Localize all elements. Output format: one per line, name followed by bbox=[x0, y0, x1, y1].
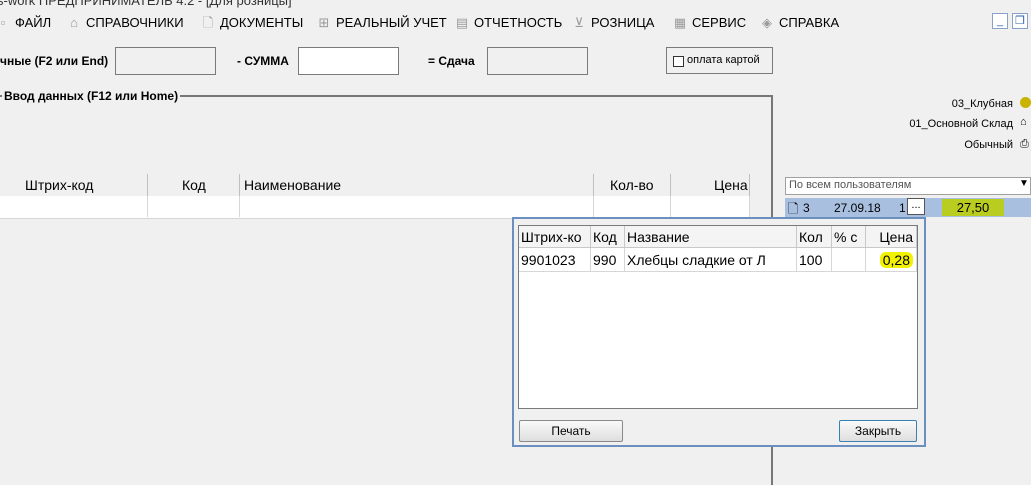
warehouse-label[interactable]: 01_Основной Склад bbox=[909, 118, 1013, 130]
grid-cell[interactable] bbox=[148, 196, 240, 217]
file-menu-icon: ▫ bbox=[0, 15, 6, 30]
popup-col-pct[interactable]: % с bbox=[832, 226, 866, 248]
menu-retail[interactable]: ⊻ РОЗНИЦА bbox=[572, 11, 654, 35]
ellipsis-button[interactable]: ... bbox=[907, 198, 925, 215]
popup-cell-qty[interactable]: 100 bbox=[797, 248, 832, 272]
user-filter-value: По всем пользователям bbox=[789, 179, 912, 191]
window-title: s-work ПРЕДПРИНИМАТЕЛЬ 4.2 - [Для розниц… bbox=[0, 0, 292, 8]
sum-input[interactable] bbox=[298, 47, 399, 75]
items-grid-header: Штрих-код Код Наименование Кол-во Цена bbox=[0, 174, 750, 197]
grid-cell[interactable] bbox=[671, 196, 750, 217]
popup-cell-code[interactable]: 990 bbox=[591, 248, 625, 272]
cash-input[interactable] bbox=[115, 47, 216, 75]
card-payment-label: оплата картой bbox=[687, 54, 760, 66]
cash-label: чные (F2 или End) bbox=[0, 54, 109, 68]
menu-service[interactable]: ▦ СЕРВИС bbox=[673, 11, 746, 35]
menu-file[interactable]: ▫ ФАЙЛ bbox=[0, 11, 51, 35]
grid-cell[interactable] bbox=[240, 196, 594, 217]
user-filter-select[interactable]: По всем пользователям ▼ bbox=[785, 177, 1031, 195]
plus-box-icon: ⊞ bbox=[318, 15, 330, 30]
popup-col-code[interactable]: Код bbox=[591, 226, 625, 248]
sum-label: - СУММА bbox=[237, 54, 289, 68]
document-row[interactable]: 🗋 3 27.09.18 1 ... 27,50 bbox=[785, 198, 1031, 217]
card-payment-checkbox[interactable] bbox=[673, 56, 684, 67]
doc-total: 27,50 bbox=[942, 199, 1004, 216]
doc-extra: 1 bbox=[899, 201, 906, 215]
cart-icon: ⊻ bbox=[574, 15, 584, 30]
menu-reports[interactable]: ▤ ОТЧЕТНОСТЬ bbox=[455, 11, 562, 35]
popup-cell-barcode[interactable]: 9901023 bbox=[519, 248, 591, 272]
popup-col-qty[interactable]: Кол bbox=[797, 226, 832, 248]
print-button[interactable]: Печать bbox=[519, 420, 623, 442]
popup-cell-name[interactable]: Хлебцы сладкие от Л bbox=[625, 248, 797, 272]
popup-col-price[interactable]: Цена bbox=[866, 226, 917, 248]
grid-cell[interactable] bbox=[0, 196, 148, 217]
menu-references[interactable]: ⌂ СПРАВОЧНИКИ bbox=[67, 11, 184, 35]
popup-col-name[interactable]: Название bbox=[625, 226, 797, 248]
restore-icon[interactable]: ❐ bbox=[1012, 13, 1028, 29]
window-title-bar: s-work ПРЕДПРИНИМАТЕЛЬ 4.2 - [Для розниц… bbox=[0, 0, 1031, 10]
data-entry-legend: Ввод данных (F12 или Home) bbox=[2, 89, 181, 103]
chevron-down-icon: ▼ bbox=[1019, 178, 1029, 189]
menu-bar: ▫ ФАЙЛ ⌂ СПРАВОЧНИКИ 🗋 ДОКУМЕНТЫ ⊞ РЕАЛЬ… bbox=[0, 11, 1031, 35]
home-icon: ⌂ bbox=[70, 15, 78, 30]
change-input[interactable] bbox=[487, 47, 588, 75]
minimize-icon[interactable]: _ bbox=[992, 13, 1008, 29]
col-code[interactable]: Код bbox=[148, 174, 240, 196]
price-highlight: 0,28 bbox=[879, 252, 913, 268]
items-grid-empty-row[interactable] bbox=[0, 196, 750, 219]
service-icon: ▦ bbox=[673, 15, 687, 30]
coin-icon bbox=[1020, 97, 1031, 108]
popup-col-barcode[interactable]: Штрих-ко bbox=[519, 226, 591, 248]
col-barcode[interactable]: Штрих-код bbox=[0, 174, 148, 196]
menu-real-accounting[interactable]: ⊞ РЕАЛЬНЫЙ УЧЕТ bbox=[317, 11, 447, 35]
grid-cell[interactable] bbox=[594, 196, 671, 217]
price-type-label[interactable]: 03_Клубная bbox=[952, 98, 1013, 110]
col-price[interactable]: Цена bbox=[671, 174, 750, 196]
close-button[interactable]: Закрыть bbox=[839, 420, 917, 442]
document-icon: 🗋 bbox=[202, 15, 214, 30]
card-payment-toggle[interactable]: оплата картой bbox=[666, 47, 773, 74]
help-icon: ◈ bbox=[762, 15, 772, 30]
check-type-label[interactable]: Обычный bbox=[964, 139, 1013, 151]
menu-help[interactable]: ◈ СПРАВКА bbox=[760, 11, 839, 35]
change-label: = Сдача bbox=[428, 54, 475, 68]
popup-cell-price[interactable]: 0,28 bbox=[866, 248, 917, 272]
popup-cell-pct[interactable] bbox=[832, 248, 866, 272]
printer-icon: ⎙ bbox=[1020, 138, 1029, 150]
popup-items-grid: Штрих-ко Код Название Кол % с Цена 99010… bbox=[518, 225, 918, 409]
doc-number: 3 bbox=[803, 201, 810, 215]
home-small-icon: ⌂ bbox=[1020, 116, 1027, 128]
col-name[interactable]: Наименование bbox=[240, 174, 594, 196]
report-icon: ▤ bbox=[455, 15, 469, 30]
doc-date: 27.09.18 bbox=[834, 201, 881, 215]
col-qty[interactable]: Кол-во bbox=[594, 174, 671, 196]
menu-documents[interactable]: 🗋 ДОКУМЕНТЫ bbox=[201, 11, 303, 35]
